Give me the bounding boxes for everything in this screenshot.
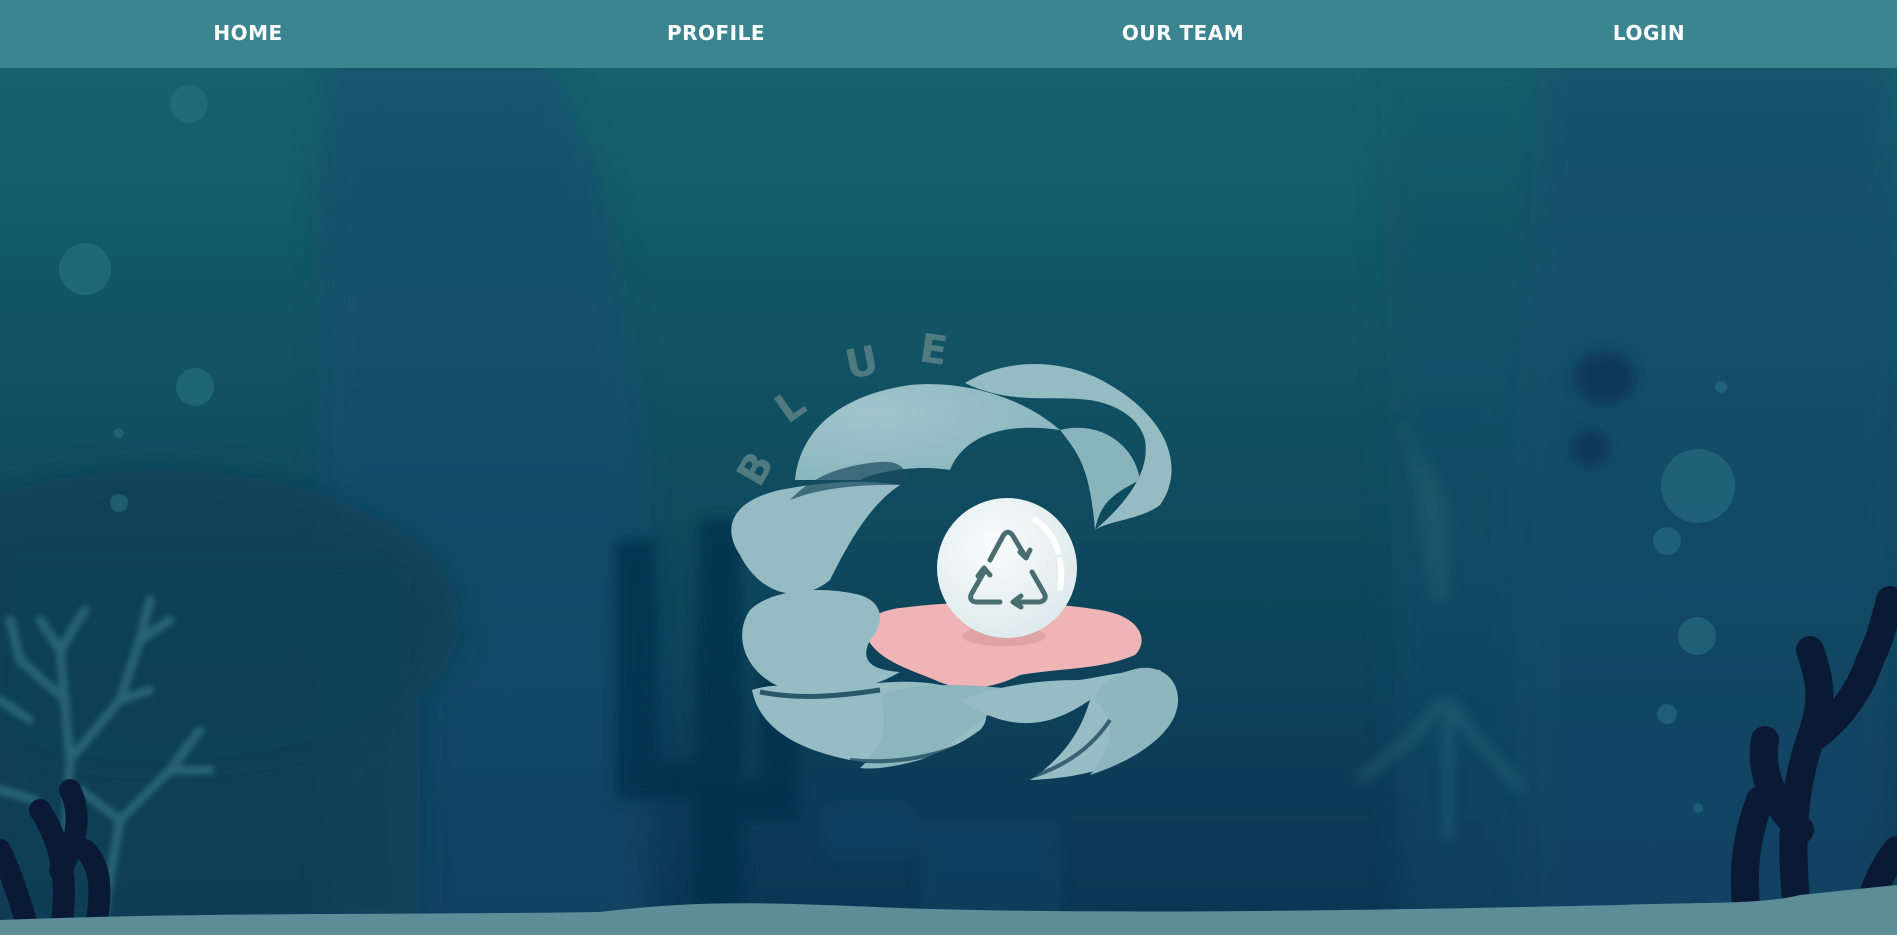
page: HOME PROFILE OUR TEAM LOGIN B L U E	[0, 0, 1897, 935]
nav-our-team-link[interactable]: OUR TEAM	[1083, 0, 1283, 68]
nav-profile-link[interactable]: PROFILE	[616, 0, 816, 68]
svg-text:L: L	[767, 380, 814, 432]
blue-shell-logo: B L U E	[728, 326, 1179, 782]
nav-home-link[interactable]: HOME	[148, 0, 348, 68]
nav-login-link[interactable]: LOGIN	[1549, 0, 1749, 68]
top-navbar: HOME PROFILE OUR TEAM LOGIN	[0, 0, 1897, 68]
pearl	[937, 498, 1077, 638]
svg-text:E: E	[917, 326, 950, 375]
svg-text:U: U	[841, 337, 882, 389]
svg-text:B: B	[728, 444, 783, 493]
